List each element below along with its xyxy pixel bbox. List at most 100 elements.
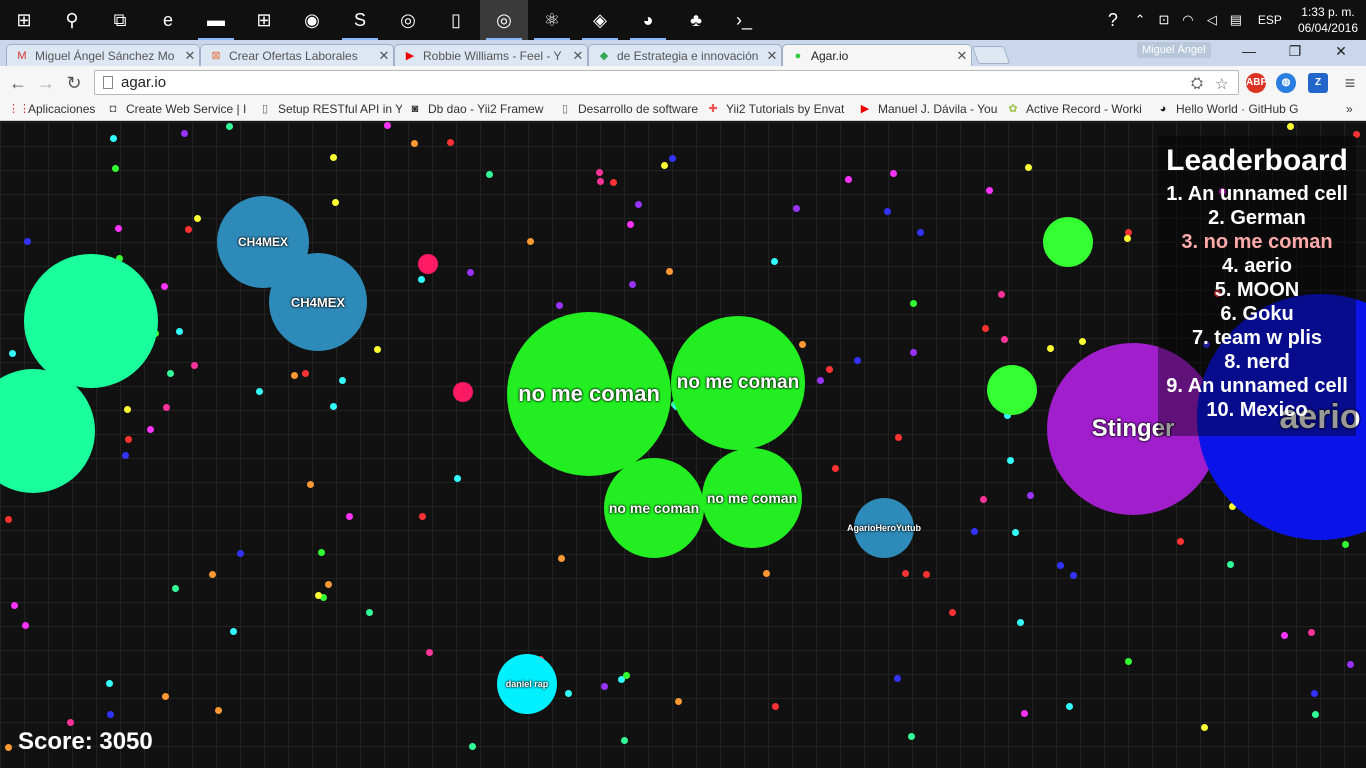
bookmark-item[interactable]: ◕ Hello World · GitHub G — [1156, 102, 1302, 116]
taskbar-app[interactable]: ⧉ — [96, 0, 144, 40]
taskbar-app[interactable]: ⊞ — [0, 0, 48, 40]
network-icon[interactable]: ⊡ — [1152, 12, 1176, 28]
bookmark-icon: ⋮⋮ — [8, 103, 30, 115]
taskbar-app[interactable]: ▬ — [192, 0, 240, 40]
food-pellet — [346, 513, 353, 520]
minimize-icon[interactable]: — — [1226, 40, 1272, 62]
food-pellet — [384, 122, 391, 129]
tab-favicon-icon: M — [17, 49, 27, 62]
food-pellet — [635, 201, 642, 208]
food-pellet — [817, 377, 824, 384]
zotero-icon[interactable]: Z — [1308, 73, 1328, 93]
taskbar-app[interactable]: ⚛ — [528, 0, 576, 40]
browser-tab[interactable]: ◆ de Estrategia e innovación ✕ — [588, 44, 782, 66]
bookmark-item[interactable]: ▯ Setup RESTful API in Y — [258, 102, 402, 116]
food-pellet — [447, 139, 454, 146]
adblock-icon[interactable]: ABP — [1246, 73, 1267, 93]
taskbar-app[interactable]: ◈ — [576, 0, 624, 40]
browser-tab[interactable]: ● Agar.io ✕ — [782, 44, 972, 66]
bookmark-item[interactable]: ▶ Manuel J. Dávila - You — [858, 102, 1000, 116]
food-pellet — [1308, 629, 1315, 636]
food-pellet — [1017, 619, 1024, 626]
taskbar-app[interactable]: e — [144, 0, 192, 40]
bookmark-item[interactable]: ✿ Active Record - Worki — [1006, 102, 1150, 116]
food-pellet — [110, 135, 117, 142]
menu-icon[interactable]: ≡ — [1338, 71, 1362, 95]
taskbar-app[interactable]: ◎ — [480, 0, 528, 40]
taskbar-app[interactable]: S — [336, 0, 384, 40]
tab-close-icon[interactable]: ✕ — [763, 48, 781, 64]
translate-icon[interactable]: ⛭ — [1191, 75, 1203, 92]
bookmark-label: Db dao - Yii2 Framew — [428, 102, 544, 116]
forward-icon[interactable]: → — [34, 71, 58, 95]
food-pellet — [1227, 561, 1234, 568]
task-view-icon: ⧉ — [113, 9, 127, 30]
food-pellet — [910, 349, 917, 356]
food-pellet — [24, 238, 31, 245]
food-pellet — [666, 268, 673, 275]
food-pellet — [163, 404, 170, 411]
bookmark-item[interactable]: ◘ Create Web Service | I — [106, 102, 252, 116]
taskbar-app[interactable]: ♣ — [672, 0, 720, 40]
browser-tab[interactable]: ⊠ Crear Ofertas Laborales ✕ — [200, 44, 394, 66]
close-window-icon[interactable]: ✕ — [1318, 40, 1364, 62]
food-pellet — [162, 693, 169, 700]
taskbar-app[interactable]: ⊞ — [240, 0, 288, 40]
tab-close-icon[interactable]: ✕ — [953, 48, 971, 64]
wifi-icon[interactable]: ◠ — [1176, 12, 1200, 28]
browser-tab[interactable]: M Miguel Ángel Sánchez Mo ✕ — [6, 44, 200, 66]
food-pellet — [467, 269, 474, 276]
bookmark-item[interactable]: ✚ Yii2 Tutorials by Envat — [706, 102, 852, 116]
help-icon[interactable]: ? — [1098, 10, 1128, 31]
volume-icon[interactable]: ◁ — [1200, 12, 1224, 28]
food-pellet — [1001, 336, 1008, 343]
food-pellet — [237, 550, 244, 557]
reload-icon[interactable]: ↻ — [62, 71, 86, 95]
restore-icon[interactable]: ❐ — [1272, 40, 1318, 62]
tab-close-icon[interactable]: ✕ — [569, 48, 587, 64]
food-pellet — [771, 258, 778, 265]
bookmark-item[interactable]: ⋮⋮ Aplicaciones — [8, 102, 100, 116]
taskbar-app[interactable]: ▯ — [432, 0, 480, 40]
chevron-up-icon[interactable]: ⌃ — [1128, 12, 1152, 28]
back-icon[interactable]: ← — [6, 71, 30, 95]
bookmarks-bar: ⋮⋮ Aplicaciones ◘ Create Web Service | I ▯ Se… — [0, 99, 1366, 121]
tab-close-icon[interactable]: ✕ — [181, 48, 199, 64]
bookmark-icon: ◕ — [1159, 103, 1167, 115]
bookmark-label: Setup RESTful API in Y — [278, 102, 402, 116]
food-pellet — [426, 649, 433, 656]
bookmark-star-icon[interactable]: ☆ — [1215, 75, 1228, 93]
bookmarks-overflow-icon[interactable]: » — [1346, 102, 1353, 116]
taskbar-app[interactable]: ◕ — [624, 0, 672, 40]
profile-name[interactable]: Miguel Ángel — [1137, 42, 1211, 58]
food-pellet — [910, 300, 917, 307]
food-pellet — [181, 130, 188, 137]
food-pellet — [185, 226, 192, 233]
bookmark-label: Yii2 Tutorials by Envat — [726, 102, 845, 116]
bookmark-item[interactable]: ◙ Db dao - Yii2 Framew — [408, 102, 552, 116]
bookmark-item[interactable]: ▯ Desarrollo de software — [558, 102, 700, 116]
search-icon: ⚲ — [65, 9, 79, 30]
food-pellet — [917, 229, 924, 236]
taskbar-app[interactable]: ›_ — [720, 0, 768, 40]
windows-taskbar: ⊞ ⚲ ⧉ e ▬ ⊞ ◉ S ◎ ▯ ◎ ⚛ ◈ ◕ ♣ ›_ ? ⌃ ⊡ ◠ ◁ ▤ ESP 1:33 p… — [0, 0, 1366, 40]
food-pellet — [1287, 123, 1294, 130]
taskbar-app[interactable]: ◎ — [384, 0, 432, 40]
clock[interactable]: 1:33 p. m. 06/04/2016 — [1292, 4, 1366, 36]
food-pellet — [167, 370, 174, 377]
address-bar[interactable]: agar.io ⛭ ☆ — [94, 70, 1239, 95]
food-pellet — [949, 609, 956, 616]
game-canvas[interactable]: no me coman no me coman no me coman no me c… — [0, 122, 1366, 768]
new-tab-button[interactable] — [971, 46, 1011, 64]
language-indicator[interactable]: ESP — [1248, 13, 1292, 27]
food-pellet — [982, 325, 989, 332]
food-pellet — [1021, 710, 1028, 717]
taskbar-app[interactable]: ⚲ — [48, 0, 96, 40]
windows-start-icon: ⊞ — [16, 9, 32, 30]
tab-close-icon[interactable]: ✕ — [375, 48, 393, 64]
taskbar-app[interactable]: ◉ — [288, 0, 336, 40]
bookmark-icon: ▯ — [561, 103, 569, 115]
browser-tab[interactable]: ▶ Robbie Williams - Feel - Y ✕ — [394, 44, 588, 66]
notifications-icon[interactable]: ▤ — [1224, 12, 1248, 28]
globe-extension-icon[interactable]: ◍ — [1276, 73, 1296, 93]
